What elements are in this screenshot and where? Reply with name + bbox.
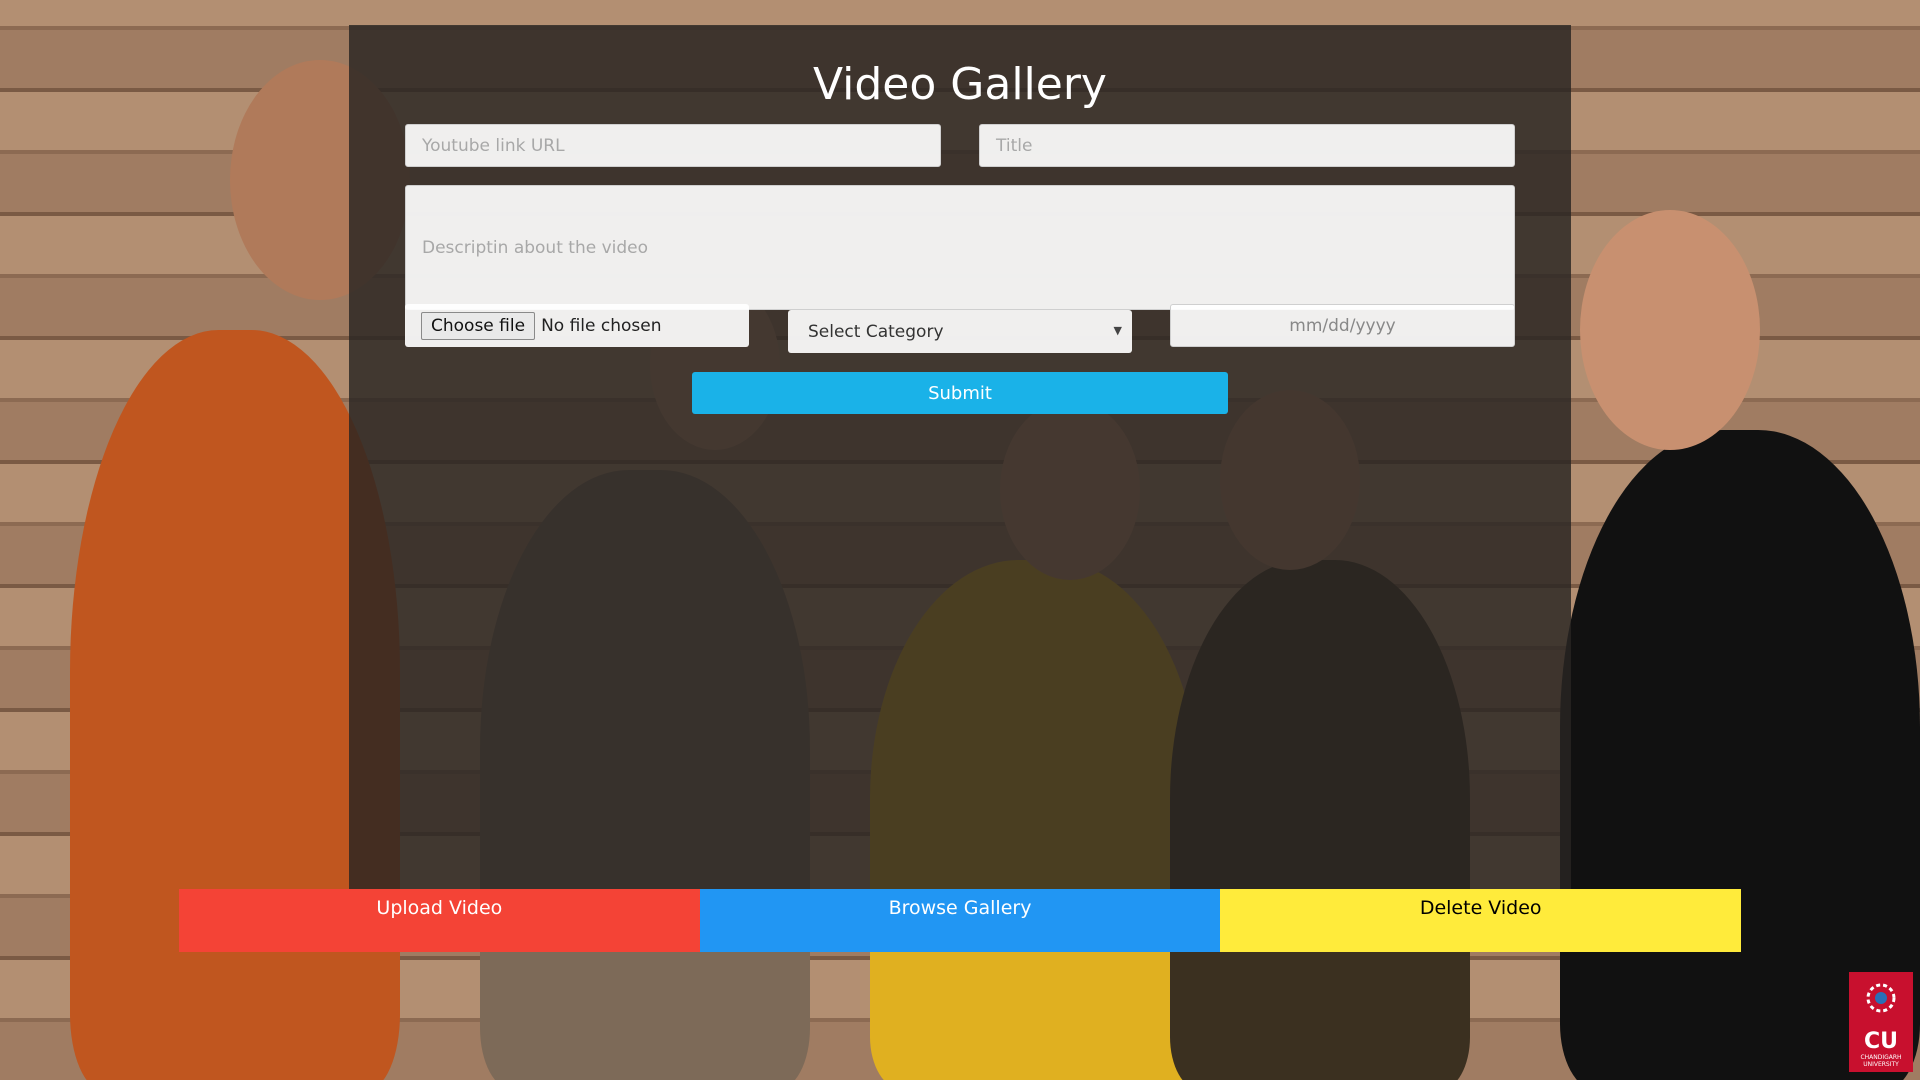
dropdown-arrow-icon: ▼ — [1113, 324, 1122, 337]
choose-file-button[interactable]: Choose file — [421, 311, 536, 340]
category-select[interactable]: Select Category ▼ — [788, 310, 1132, 353]
chandigarh-university-logo: CU CHANDIGARH UNIVERSITY — [1849, 972, 1913, 1072]
date-placeholder: mm/dd/yyyy — [1289, 315, 1396, 336]
delete-video-label: Delete Video — [1419, 897, 1542, 919]
title-placeholder: Title — [996, 135, 1033, 156]
browse-gallery-tab[interactable]: Browse Gallery — [699, 889, 1221, 952]
page-title: Video Gallery — [813, 59, 1107, 110]
video-gallery-panel: Video Gallery Youtube link URL Title Des… — [349, 25, 1571, 889]
upload-video-tab[interactable]: Upload Video — [179, 889, 700, 952]
submit-button[interactable]: Submit — [692, 372, 1228, 414]
file-input[interactable]: Choose file No file chosen — [405, 304, 749, 347]
emblem-icon — [1866, 983, 1896, 1013]
youtube-url-input[interactable]: Youtube link URL — [405, 124, 941, 167]
youtube-url-placeholder: Youtube link URL — [422, 135, 565, 156]
logo-name: CHANDIGARH UNIVERSITY — [1860, 1054, 1902, 1068]
action-tabs: Upload Video Browse Gallery Delete Video — [179, 889, 1742, 952]
description-placeholder: Descriptin about the video — [422, 237, 649, 258]
title-input[interactable]: Title — [979, 124, 1515, 167]
date-input[interactable]: mm/dd/yyyy — [1170, 304, 1515, 347]
description-textarea[interactable]: Descriptin about the video — [405, 185, 1515, 310]
delete-video-tab[interactable]: Delete Video — [1220, 889, 1742, 952]
file-status: No file chosen — [541, 315, 662, 336]
background-person-5-head — [1580, 210, 1760, 450]
category-selected-value: Select Category — [808, 321, 944, 342]
logo-initials: CU — [1863, 1029, 1898, 1054]
upload-video-label: Upload Video — [376, 897, 503, 919]
browse-gallery-label: Browse Gallery — [888, 897, 1032, 919]
